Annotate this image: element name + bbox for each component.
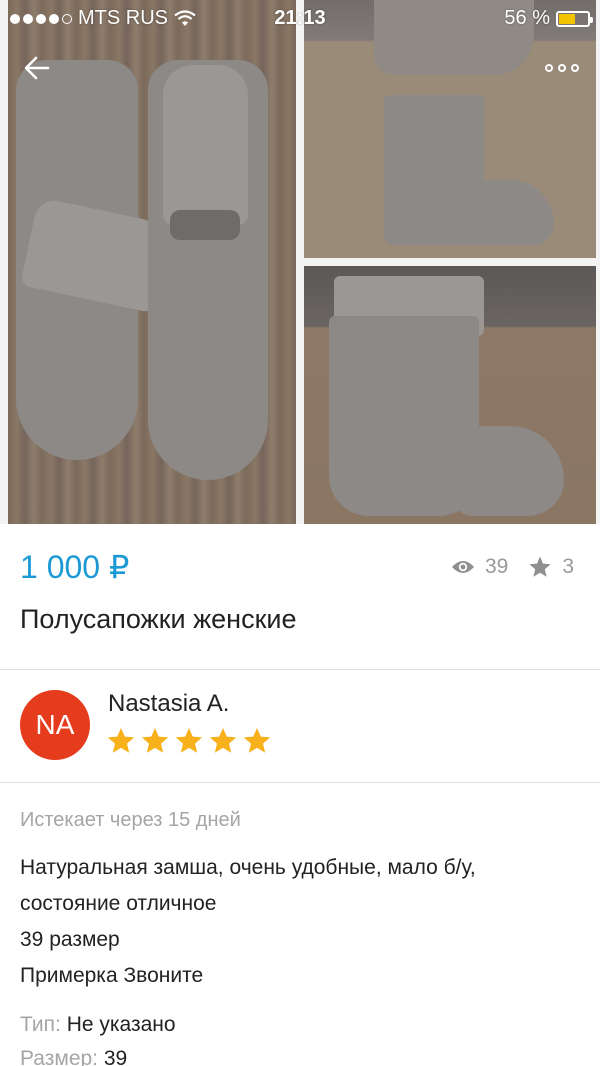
star-icon — [529, 556, 551, 577]
more-options-icon — [545, 64, 553, 72]
rating-star-icon — [107, 728, 135, 753]
favorites-count: 3 — [562, 555, 574, 578]
param-row-type: Тип: Не указано — [20, 1008, 176, 1042]
photo-gallery — [0, 0, 600, 524]
listing-screen: MTS RUS 21:13 56 % 1 000 ₽ 39 3 Полусапо… — [0, 0, 600, 1066]
views-count: 39 — [484, 555, 509, 578]
description-line: Примерка Звоните — [20, 964, 204, 987]
avatar: NA — [20, 690, 90, 760]
rating-star-icon — [141, 728, 169, 753]
param-value: 39 — [103, 1047, 128, 1066]
divider — [0, 782, 600, 783]
param-key: Тип: — [20, 1013, 61, 1036]
photo-back-view[interactable] — [304, 266, 596, 524]
favorites-stat[interactable]: 3 — [528, 555, 574, 579]
status-bar: MTS RUS 21:13 56 % — [0, 0, 600, 36]
battery-status: 56 % — [504, 7, 593, 30]
eye-icon — [451, 561, 474, 573]
listing-stats: 39 3 — [451, 555, 574, 579]
battery-icon — [556, 10, 593, 27]
battery-level — [559, 13, 575, 24]
expiry-text: Истекает через 15 дней — [20, 809, 241, 831]
listing-title: Полусапожки женские — [20, 604, 297, 634]
back-arrow-icon — [24, 56, 50, 80]
param-key: Размер: — [20, 1047, 99, 1066]
more-options-button[interactable] — [542, 54, 582, 82]
seller-name: Nastasia A. — [108, 690, 230, 717]
battery-percent: 56 % — [504, 7, 550, 29]
views-stat: 39 — [451, 555, 508, 579]
seller-rating — [106, 726, 272, 756]
rating-star-icon — [175, 728, 203, 753]
description-line: состояние отличное — [20, 892, 217, 915]
photo-side-view[interactable] — [304, 0, 596, 258]
description-line: Натуральная замша, очень удобные, мало б… — [20, 856, 476, 879]
seller-card[interactable]: NA Nastasia A. — [0, 670, 600, 782]
rating-star-icon — [209, 728, 237, 753]
param-value: Не указано — [66, 1013, 176, 1036]
rating-star-icon — [243, 728, 271, 753]
parameters-list: Тип: Не указано Размер: 39 — [20, 1008, 176, 1066]
description: Натуральная замша, очень удобные, мало б… — [20, 850, 580, 994]
back-button[interactable] — [20, 50, 56, 86]
description-line: 39 размер — [20, 928, 120, 951]
param-row-size: Размер: 39 — [20, 1042, 176, 1066]
price: 1 000 ₽ — [20, 549, 130, 585]
